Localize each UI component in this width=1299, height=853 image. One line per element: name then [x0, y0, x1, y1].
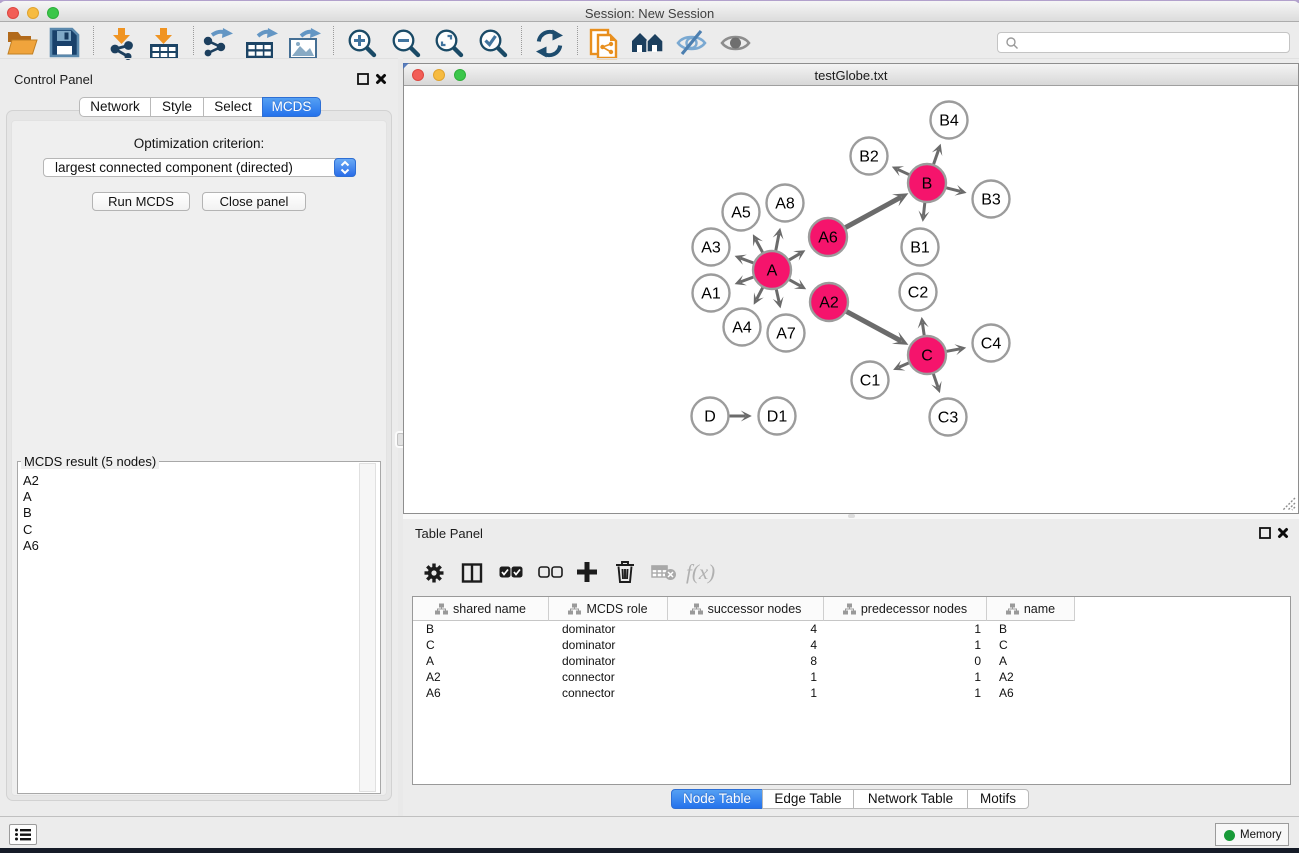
svg-text:C3: C3 [938, 410, 959, 427]
svg-text:C1: C1 [860, 373, 881, 390]
svg-text:A7: A7 [776, 326, 796, 343]
svg-text:A4: A4 [732, 320, 752, 337]
svg-text:D1: D1 [767, 409, 788, 426]
svg-text:A2: A2 [819, 295, 839, 312]
svg-text:A: A [767, 263, 778, 280]
svg-text:D: D [704, 409, 716, 426]
svg-text:B4: B4 [939, 113, 959, 130]
svg-text:B: B [922, 176, 933, 193]
svg-text:B2: B2 [859, 149, 879, 166]
svg-text:B1: B1 [910, 240, 930, 257]
svg-text:B3: B3 [981, 192, 1001, 209]
svg-text:A1: A1 [701, 286, 721, 303]
svg-text:A8: A8 [775, 196, 795, 213]
svg-text:C2: C2 [908, 285, 929, 302]
svg-text:C: C [921, 348, 933, 365]
svg-text:C4: C4 [981, 336, 1002, 353]
svg-text:A5: A5 [731, 205, 751, 222]
svg-text:A3: A3 [701, 240, 721, 257]
svg-text:A6: A6 [818, 230, 838, 247]
